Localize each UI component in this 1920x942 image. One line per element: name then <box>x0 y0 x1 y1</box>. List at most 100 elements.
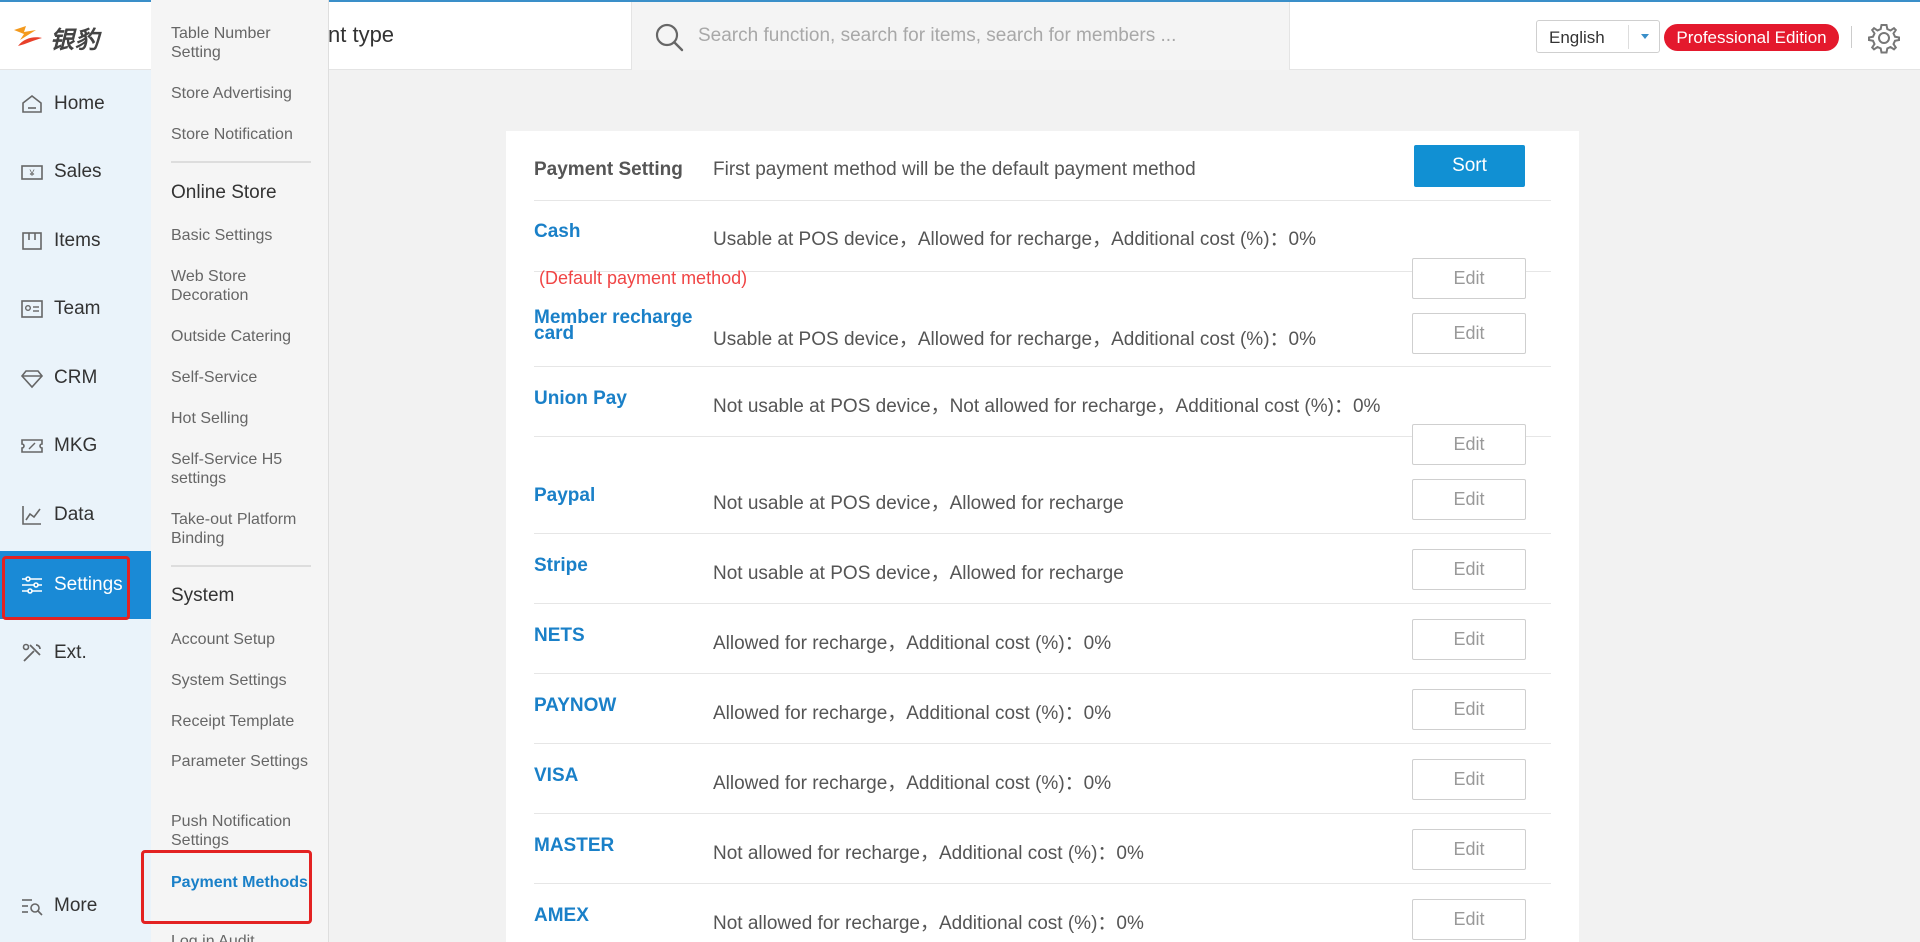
home-icon <box>22 94 42 113</box>
diamond-icon <box>20 370 44 389</box>
payment-method-name[interactable]: PAYNOW <box>534 696 616 715</box>
payment-method-row: Union Pay Not usable at POS device，Not a… <box>534 367 1551 437</box>
payment-method-name[interactable]: Stripe <box>534 556 588 575</box>
select-divider <box>1628 25 1629 49</box>
payment-setting-description: First payment method will be the default… <box>713 159 1196 180</box>
submenu-item-store-advertising[interactable]: Store Advertising <box>171 84 321 103</box>
page-title: nt type <box>328 22 395 47</box>
payment-method-name[interactable]: MASTER <box>534 836 614 855</box>
search-input[interactable] <box>698 16 1258 56</box>
submenu-item-parameter-settings[interactable]: Parameter Settings <box>171 752 321 771</box>
nav-label-more: More <box>54 895 98 916</box>
edit-button[interactable]: Edit <box>1412 479 1526 520</box>
payment-method-name[interactable]: Union Pay <box>534 389 627 408</box>
gear-icon[interactable] <box>1868 22 1900 54</box>
payment-setting-title: Payment Setting <box>534 159 683 180</box>
box-icon <box>22 232 42 250</box>
payment-method-desc: Not usable at POS device，Allowed for rec… <box>713 493 1124 514</box>
payment-method-row: PAYNOW Allowed for recharge，Additional c… <box>534 674 1551 744</box>
submenu-item-outside-catering[interactable]: Outside Catering <box>171 327 321 346</box>
payment-method-desc: Usable at POS device，Allowed for recharg… <box>713 229 1316 250</box>
nav-item-ext[interactable]: Ext. <box>0 619 151 687</box>
payment-method-row: Cash Usable at POS device，Allowed for re… <box>534 202 1551 272</box>
nav-label-sales: Sales <box>54 161 102 182</box>
leopard-logo-icon <box>14 26 42 46</box>
payment-method-name[interactable]: Paypal <box>534 486 595 505</box>
edit-button[interactable]: Edit <box>1412 313 1526 354</box>
app-logo[interactable]: 银豹 <box>0 2 151 72</box>
payment-method-desc: Usable at POS device，Allowed for recharg… <box>713 329 1316 350</box>
edit-button[interactable]: Edit <box>1412 619 1526 660</box>
nav-label-items: Items <box>54 230 101 251</box>
submenu-divider <box>171 565 311 567</box>
edition-badge[interactable]: Professional Edition <box>1664 24 1839 51</box>
tools-icon <box>22 643 41 662</box>
nav-label-ext: Ext. <box>54 642 87 663</box>
payment-method-name[interactable]: AMEX <box>534 906 589 925</box>
payment-methods-highlight-box <box>141 850 312 924</box>
nav-item-sales[interactable]: ¥ Sales <box>0 138 151 206</box>
nav-item-crm[interactable]: CRM <box>0 344 151 412</box>
payment-method-row: VISA Allowed for recharge，Additional cos… <box>534 744 1551 814</box>
ticket-icon <box>21 439 43 453</box>
search-icon[interactable] <box>654 22 684 52</box>
edit-button[interactable]: Edit <box>1412 689 1526 730</box>
id-card-icon <box>21 300 43 318</box>
payment-method-name[interactable]: Member recharge card <box>534 308 704 343</box>
chart-icon <box>22 506 41 525</box>
submenu-item-table-number-setting[interactable]: Table Number Setting <box>171 24 321 62</box>
payment-method-name[interactable]: VISA <box>534 766 578 785</box>
nav-item-mkg[interactable]: MKG <box>0 412 151 480</box>
submenu-heading-system: System <box>171 585 235 606</box>
search-list-icon <box>22 899 43 916</box>
submenu-item-account-setup[interactable]: Account Setup <box>171 630 321 649</box>
submenu-item-web-store-decoration[interactable]: Web Store Decoration <box>171 267 321 305</box>
submenu-item-receipt-template[interactable]: Receipt Template <box>171 712 321 731</box>
payment-method-desc: Allowed for recharge，Additional cost (%)… <box>713 633 1112 654</box>
payment-method-name[interactable]: Cash <box>534 222 580 241</box>
logo-text: 银豹 <box>50 26 100 54</box>
payment-method-row: Paypal Not usable at POS device，Allowed … <box>534 437 1551 534</box>
payment-method-desc: Allowed for recharge，Additional cost (%)… <box>713 703 1112 724</box>
sort-button[interactable]: Sort <box>1414 145 1525 187</box>
nav-label-team: Team <box>54 298 101 319</box>
nav-item-more[interactable]: More <box>0 872 151 940</box>
submenu-item-log-in-audit[interactable]: Log in Audit <box>171 932 321 942</box>
submenu-item-self-service[interactable]: Self-Service <box>171 368 321 387</box>
submenu-item-hot-selling[interactable]: Hot Selling <box>171 409 321 428</box>
edit-button[interactable]: Edit <box>1412 829 1526 870</box>
nav-item-data[interactable]: Data <box>0 481 151 549</box>
settings-submenu: Table Number Setting Store Advertising S… <box>151 0 329 942</box>
payment-setting-header: Payment Setting First payment method wil… <box>534 131 1551 201</box>
edit-button[interactable]: Edit <box>1412 549 1526 590</box>
submenu-item-takeout-binding[interactable]: Take-out Platform Binding <box>171 510 321 548</box>
payment-method-row: Stripe Not usable at POS device，Allowed … <box>534 534 1551 604</box>
submenu-item-store-notification[interactable]: Store Notification <box>171 125 321 144</box>
payment-method-row: AMEX Not allowed for recharge，Additional… <box>534 884 1551 942</box>
submenu-item-self-service-h5[interactable]: Self-Service H5 settings <box>171 450 321 488</box>
payment-setting-card: Payment Setting First payment method wil… <box>506 131 1579 942</box>
language-value: English <box>1549 28 1605 47</box>
payment-method-desc: Not usable at POS device，Not allowed for… <box>713 396 1381 417</box>
nav-label-data: Data <box>54 504 95 525</box>
left-navigation: Home ¥ Sales Items Team CRM MKG Data Set… <box>0 70 151 942</box>
submenu-item-push-notification[interactable]: Push Notification Settings <box>171 812 321 850</box>
svg-text:¥: ¥ <box>28 168 35 178</box>
nav-label-mkg: MKG <box>54 435 98 456</box>
payment-method-desc: Allowed for recharge，Additional cost (%)… <box>713 773 1112 794</box>
edit-button[interactable]: Edit <box>1412 759 1526 800</box>
payment-method-row: Member recharge card Usable at POS devic… <box>534 272 1551 367</box>
submenu-item-system-settings[interactable]: System Settings <box>171 671 321 690</box>
nav-item-home[interactable]: Home <box>0 70 151 138</box>
payment-method-desc: Not usable at POS device，Allowed for rec… <box>713 563 1124 584</box>
nav-item-items[interactable]: Items <box>0 207 151 275</box>
payment-method-name[interactable]: NETS <box>534 626 585 645</box>
nav-item-team[interactable]: Team <box>0 275 151 343</box>
edit-button[interactable]: Edit <box>1412 899 1526 940</box>
language-select[interactable]: English <box>1536 20 1660 53</box>
nav-label-home: Home <box>54 93 105 114</box>
chevron-down-icon <box>1641 34 1649 39</box>
settings-highlight-box <box>2 556 130 620</box>
payment-method-row: NETS Allowed for recharge，Additional cos… <box>534 604 1551 674</box>
submenu-item-basic-settings[interactable]: Basic Settings <box>171 226 321 245</box>
